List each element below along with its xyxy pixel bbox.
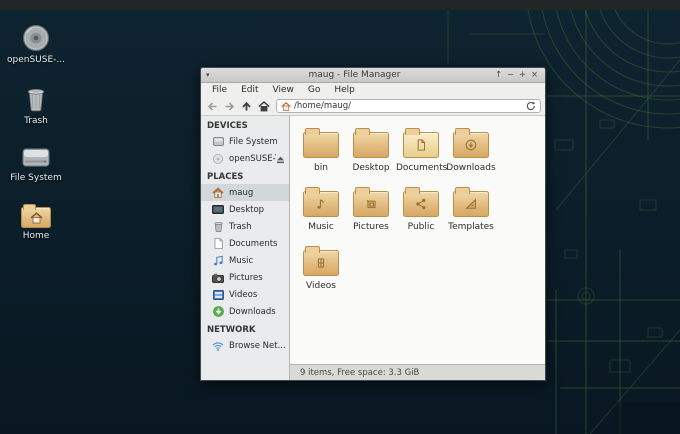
desktop-icon-filesystem[interactable]: File System: [0, 140, 72, 183]
file-item-music[interactable]: Music: [296, 185, 346, 242]
minimize-button[interactable]: −: [505, 71, 516, 80]
hard-drive-icon: [0, 140, 72, 170]
sidebar-item-desktop[interactable]: Desktop: [201, 201, 289, 218]
menu-go[interactable]: Go: [301, 85, 327, 95]
sidebar-item-browse-network[interactable]: Browse Net...: [201, 337, 289, 354]
desktop-icon-label: Home: [22, 231, 50, 241]
drive-icon: [212, 136, 224, 148]
desktop-icon: [212, 204, 224, 216]
music-note-icon: [212, 255, 224, 267]
titlebar[interactable]: ▾ maug - File Manager ↑ − + ×: [201, 68, 545, 83]
sidebar-item-pictures[interactable]: Pictures: [201, 269, 289, 286]
desktop: openSUSE-... Trash File System Home ▾ ma…: [0, 0, 680, 434]
desktop-icon-opensuse[interactable]: openSUSE-...: [0, 22, 72, 65]
folder-icon: [303, 128, 339, 158]
sidebar-item-documents[interactable]: Documents: [201, 235, 289, 252]
file-item-bin[interactable]: bin: [296, 126, 346, 183]
sidebar-item-maug[interactable]: maug: [201, 184, 289, 201]
menu-view[interactable]: View: [266, 85, 301, 95]
back-button[interactable]: [205, 99, 220, 114]
sidebar-header-devices: DEVICES: [207, 121, 248, 131]
file-item-downloads[interactable]: Downloads: [446, 126, 496, 183]
sidebar-item-file-system[interactable]: File System: [201, 133, 289, 150]
sidebar-header-network: NETWORK: [207, 325, 256, 335]
disc-icon: [212, 153, 224, 165]
folder-videos-icon: [303, 246, 339, 276]
sidebar-item-videos[interactable]: Videos: [201, 286, 289, 303]
path-bar[interactable]: /home/maug/: [276, 99, 541, 113]
up-button[interactable]: [239, 99, 254, 114]
sidebar-item-music[interactable]: Music: [201, 252, 289, 269]
menu-help[interactable]: Help: [327, 85, 362, 95]
desktop-icon-trash[interactable]: Trash: [0, 83, 72, 126]
window-title: maug - File Manager: [308, 70, 401, 80]
sidebar-header-places: PLACES: [207, 172, 244, 182]
desktop-icon-label: Trash: [24, 116, 48, 126]
document-icon: [212, 238, 224, 250]
shade-button[interactable]: ↑: [493, 71, 504, 80]
menu-edit[interactable]: Edit: [234, 85, 265, 95]
maximize-button[interactable]: +: [517, 71, 528, 80]
download-badge-icon: [212, 306, 224, 318]
trash-icon: [212, 221, 224, 233]
folder-public-icon: [403, 187, 439, 217]
file-list[interactable]: bin Desktop Documents Downloads Music Pi…: [290, 116, 545, 364]
home-folder-icon: [0, 198, 72, 228]
wifi-icon: [212, 340, 224, 352]
folder-icon: [353, 128, 389, 158]
sidebar-item-opensuse-volume[interactable]: openSUSE-Tu...: [201, 150, 289, 167]
optical-disc-icon: [0, 22, 72, 52]
status-text: 9 items, Free space: 3.3 GiB: [300, 367, 420, 378]
sidebar-item-trash[interactable]: Trash: [201, 218, 289, 235]
file-manager-window: ▾ maug - File Manager ↑ − + × File Edit …: [200, 67, 546, 381]
file-item-documents[interactable]: Documents: [396, 126, 447, 183]
folder-pictures-icon: [353, 187, 389, 217]
eject-icon[interactable]: [276, 149, 285, 168]
desktop-icon-home[interactable]: Home: [0, 198, 72, 241]
window-menu-icon[interactable]: ▾: [206, 71, 216, 79]
refresh-icon[interactable]: [526, 101, 536, 111]
film-icon: [212, 289, 224, 301]
home-icon: [212, 187, 224, 199]
home-button[interactable]: [256, 99, 271, 114]
menubar: File Edit View Go Help: [201, 83, 545, 97]
file-item-desktop[interactable]: Desktop: [346, 126, 396, 183]
folder-documents-icon: [403, 128, 439, 158]
path-text[interactable]: /home/maug/: [294, 101, 523, 111]
path-home-icon: [281, 101, 291, 111]
desktop-icon-label: File System: [10, 173, 62, 183]
file-item-videos[interactable]: Videos: [296, 244, 346, 301]
forward-button[interactable]: [222, 99, 237, 114]
camera-icon: [212, 272, 224, 284]
desktop-icon-label: openSUSE-...: [7, 55, 65, 65]
menu-file[interactable]: File: [205, 85, 234, 95]
sidebar: DEVICES File System openSUSE-Tu...: [201, 116, 290, 380]
sidebar-item-downloads[interactable]: Downloads: [201, 303, 289, 320]
status-bar: 9 items, Free space: 3.3 GiB: [290, 364, 545, 380]
close-button[interactable]: ×: [529, 71, 540, 80]
trash-can-icon: [0, 83, 72, 113]
file-item-pictures[interactable]: Pictures: [346, 185, 396, 242]
folder-templates-icon: [453, 187, 489, 217]
folder-music-icon: [303, 187, 339, 217]
top-panel: [0, 0, 680, 10]
folder-downloads-icon: [453, 128, 489, 158]
toolbar: /home/maug/: [201, 97, 545, 116]
file-item-public[interactable]: Public: [396, 185, 446, 242]
file-item-templates[interactable]: Templates: [446, 185, 496, 242]
